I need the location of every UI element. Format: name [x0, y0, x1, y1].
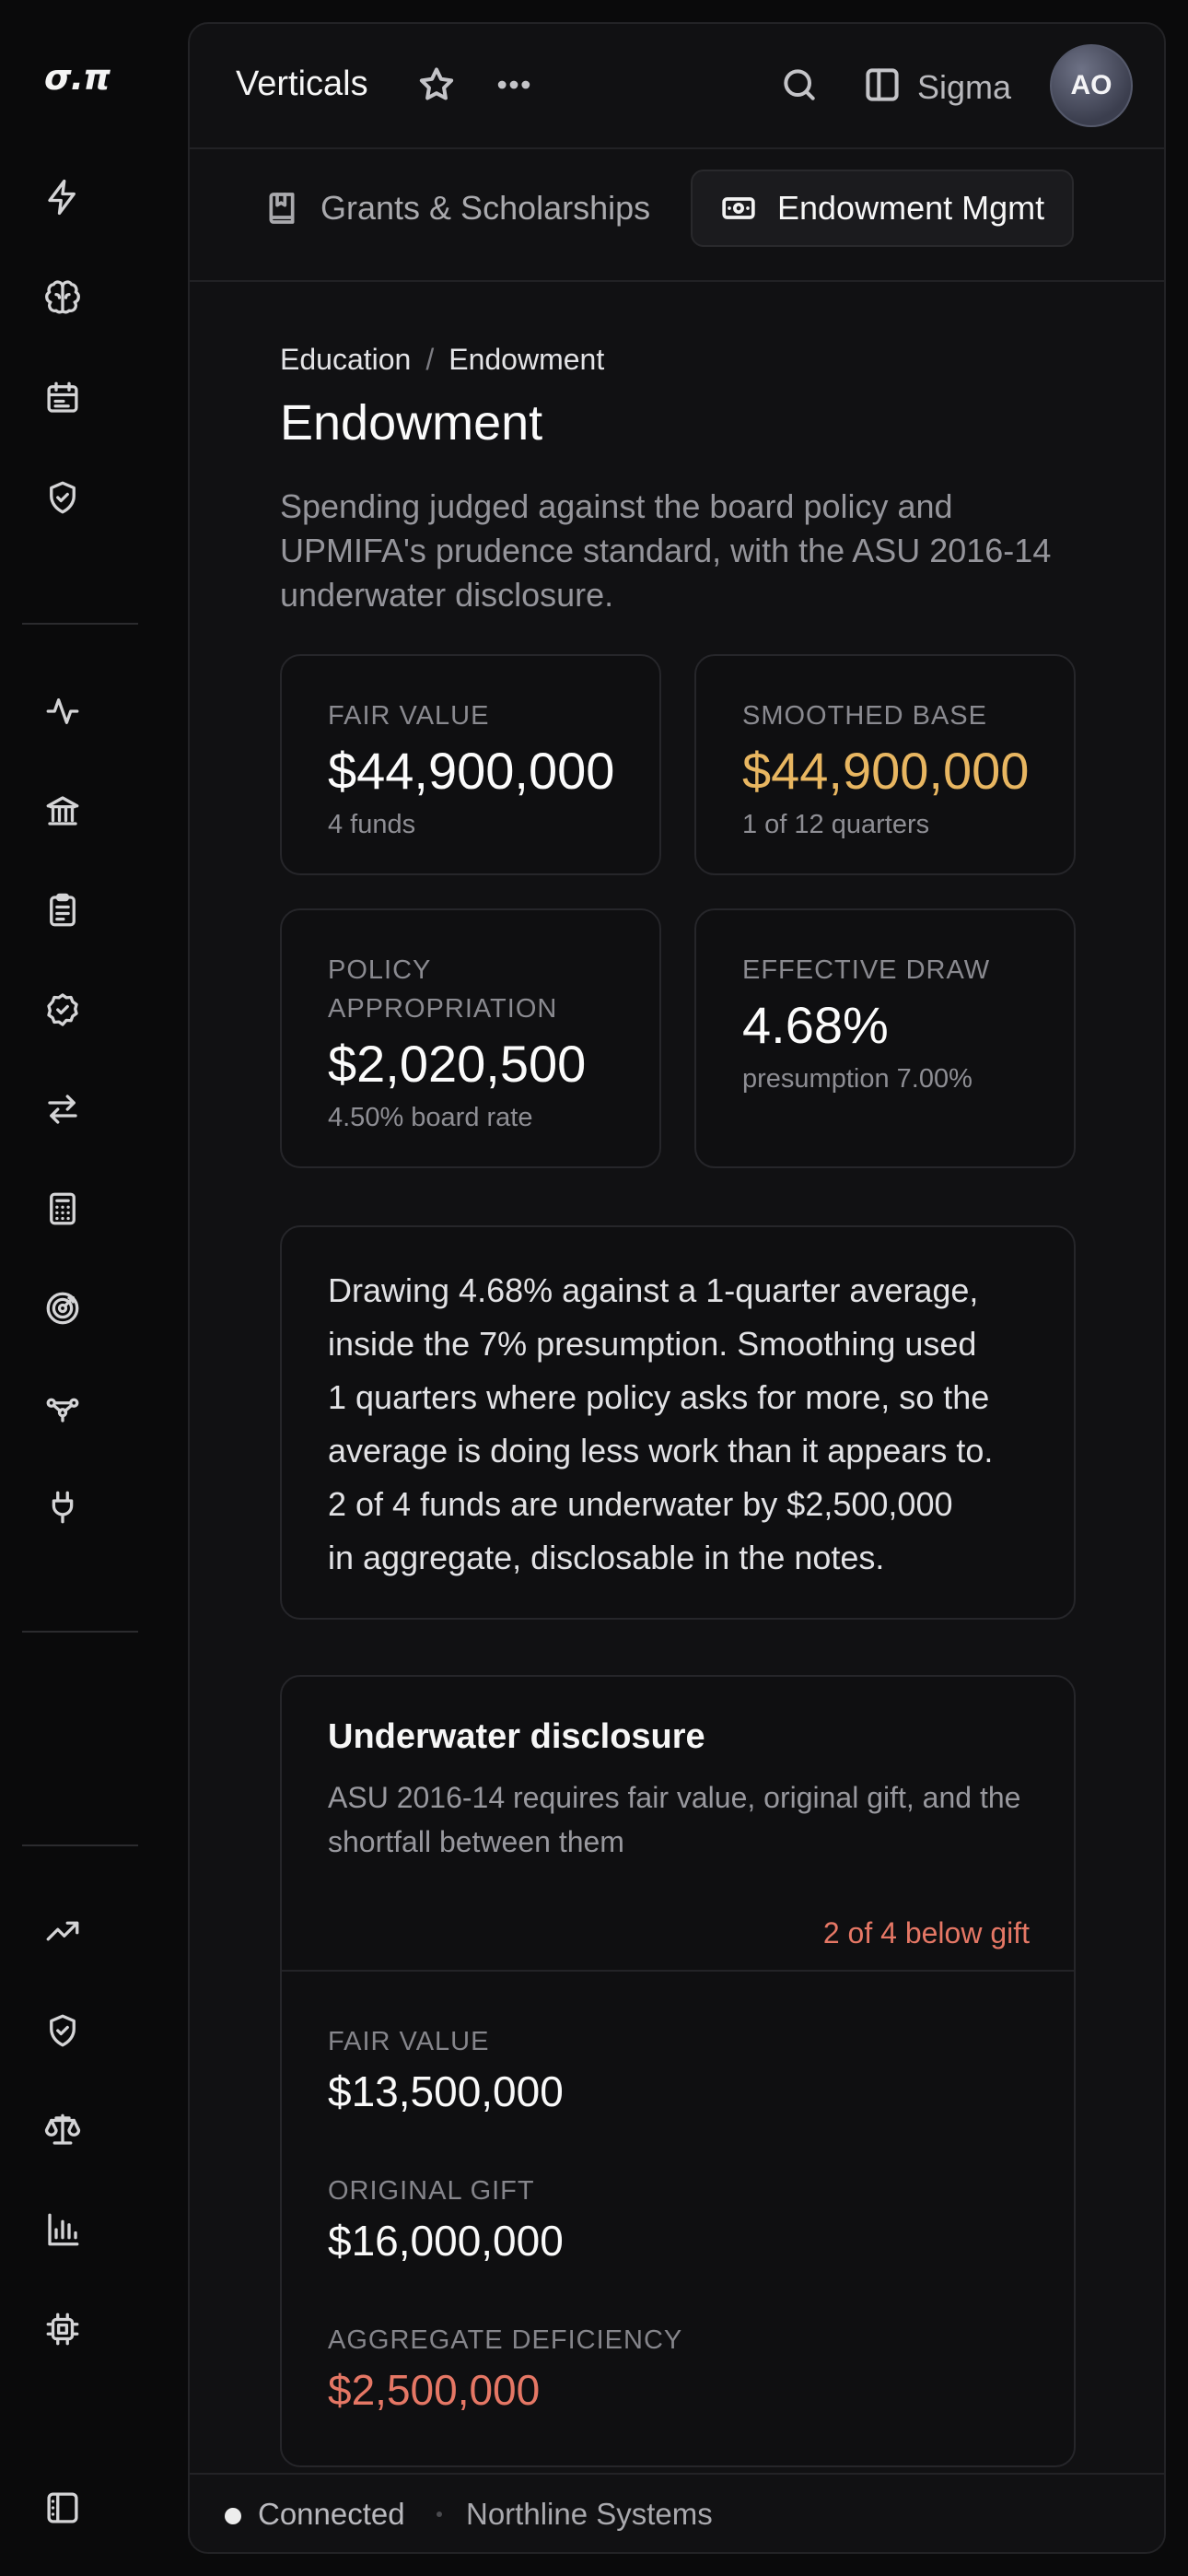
narrative-line: 1 quarters where policy asks for more, s… — [328, 1378, 990, 1416]
target-icon[interactable] — [41, 1286, 85, 1330]
narrative-line: in aggregate, disclosable in the notes. — [328, 1539, 885, 1576]
bank-icon[interactable] — [41, 789, 85, 833]
cpu-icon[interactable] — [41, 2307, 85, 2351]
underwater-title: Underwater disclosure — [328, 1717, 705, 1756]
tab-label: Endowment Mgmt — [777, 189, 1045, 227]
status-indicator — [225, 2508, 241, 2524]
kpi-label-line1: POLICY — [328, 955, 432, 985]
tab-label: Grants & Scholarships — [320, 189, 651, 227]
underwater-description: ASU 2016-14 requires fair value, origina… — [328, 1781, 1021, 1858]
metric-fair-value: FAIR VALUE $13,500,000 — [328, 2027, 564, 2116]
metric-label: ORIGINAL GIFT — [328, 2176, 535, 2206]
breadcrumb-separator: / — [425, 343, 435, 376]
metric-label: AGGREGATE DEFICIENCY — [328, 2325, 683, 2355]
metric-aggregate-deficiency: AGGREGATE DEFICIENCY $2,500,000 — [328, 2325, 682, 2415]
brand-logo[interactable]: σ.π — [44, 57, 111, 98]
metric-original-gift: ORIGINAL GIFT $16,000,000 — [328, 2176, 564, 2266]
page-subtitle: Spending judged against the board policy… — [280, 487, 1052, 614]
breadcrumb: Education / Endowment — [280, 343, 604, 377]
status-bar: Connected Northline Systems — [190, 2473, 1164, 2552]
kpi-value: $44,900,000 — [742, 742, 1030, 800]
clipboard-icon[interactable] — [41, 888, 85, 932]
kpi-value: 4.68% — [742, 996, 889, 1054]
shield-check-icon[interactable] — [41, 475, 85, 520]
top-bar: Verticals Sigma AO — [190, 24, 1164, 147]
tab-grants-scholarships[interactable]: Grants & Scholarships — [236, 170, 678, 247]
kpi-label-line2: APPROPRIATION — [328, 994, 558, 1024]
scale-icon[interactable] — [41, 2108, 85, 2152]
kpi-card-smoothed-base: SMOOTHED BASE $44,900,000 1 of 12 quarte… — [694, 654, 1076, 875]
workflow-icon[interactable] — [41, 1386, 85, 1430]
kpi-label: SMOOTHED BASE — [742, 701, 987, 731]
user-avatar[interactable]: AO — [1050, 44, 1133, 127]
badge-check-icon[interactable] — [41, 988, 85, 1032]
kpi-card-effective-draw: EFFECTIVE DRAW 4.68% presumption 7.00% — [694, 908, 1076, 1168]
breadcrumb-parent[interactable]: Education — [280, 343, 411, 376]
underwater-disclosure-card: Underwater disclosure ASU 2016-14 requir… — [280, 1675, 1076, 2467]
rail-divider — [22, 1844, 138, 1846]
kpi-card-policy-appropriation: POLICY APPROPRIATION $2,020,500 4.50% bo… — [280, 908, 661, 1168]
kpi-subtext: presumption 7.00% — [742, 1064, 973, 1094]
narrative-line: average is doing less work than it appea… — [328, 1432, 994, 1469]
kpi-value: $2,020,500 — [328, 1035, 587, 1093]
narrative-text: Drawing 4.68% against a 1-quarter averag… — [328, 1264, 993, 1585]
sidebar-toggle-icon[interactable] — [41, 2486, 85, 2530]
trending-up-icon[interactable] — [41, 1909, 85, 1953]
main-panel: Verticals Sigma AO Grants & Scholarships… — [188, 22, 1166, 2554]
kpi-label: FAIR VALUE — [328, 701, 490, 731]
calendar-icon[interactable] — [41, 376, 85, 420]
narrative-card: Drawing 4.68% against a 1-quarter averag… — [280, 1225, 1076, 1620]
narrative-line: inside the 7% presumption. Smoothing use… — [328, 1325, 977, 1363]
metric-value: $16,000,000 — [328, 2217, 564, 2265]
book-icon — [269, 193, 295, 224]
metric-label: FAIR VALUE — [328, 2027, 490, 2056]
star-icon[interactable] — [416, 64, 457, 105]
organization-name: Northline Systems — [466, 2497, 713, 2531]
underwater-count-badge: 2 of 4 below gift — [822, 1916, 1030, 1950]
kpi-value: $44,900,000 — [328, 742, 615, 800]
kpi-card-fair-value: FAIR VALUE $44,900,000 4 funds — [280, 654, 661, 875]
metric-value: $13,500,000 — [328, 2067, 564, 2115]
arrows-exchange-icon[interactable] — [41, 1087, 85, 1131]
kpi-subtext: 4 funds — [328, 810, 416, 839]
page-title: Endowment — [280, 395, 543, 451]
app-title: Verticals — [236, 64, 368, 103]
kpi-subtext: 1 of 12 quarters — [742, 810, 930, 839]
calculator-icon[interactable] — [41, 1187, 85, 1231]
panel-right-icon[interactable] — [862, 64, 903, 105]
brain-icon[interactable] — [41, 276, 85, 321]
lightning-icon[interactable] — [41, 175, 85, 219]
tab-bar: Grants & Scholarships Endowment Mgmt — [190, 147, 1164, 282]
rail-divider — [22, 623, 138, 625]
workspace-name[interactable]: Sigma — [917, 68, 1011, 107]
narrative-line: Drawing 4.68% against a 1-quarter averag… — [328, 1271, 979, 1309]
banknote-icon — [722, 197, 755, 219]
activity-icon[interactable] — [41, 689, 85, 733]
card-divider — [282, 1970, 1074, 1972]
narrative-line: 2 of 4 funds are underwater by $2,500,00… — [328, 1485, 953, 1523]
rail-divider — [22, 1631, 138, 1633]
kpi-label: EFFECTIVE DRAW — [742, 955, 991, 985]
plug-icon[interactable] — [41, 1485, 85, 1529]
search-icon[interactable] — [779, 64, 820, 105]
left-rail: σ.π — [0, 0, 162, 2576]
breadcrumb-current: Endowment — [448, 343, 605, 376]
bar-chart-icon[interactable] — [41, 2207, 85, 2252]
shield-check-icon[interactable] — [41, 2008, 85, 2053]
more-horizontal-icon[interactable] — [494, 64, 534, 105]
kpi-subtext: 4.50% board rate — [328, 1103, 533, 1132]
status-separator — [437, 2512, 442, 2517]
metric-value: $2,500,000 — [328, 2366, 541, 2414]
tab-endowment-mgmt[interactable]: Endowment Mgmt — [691, 170, 1075, 247]
connection-status: Connected — [258, 2497, 405, 2531]
